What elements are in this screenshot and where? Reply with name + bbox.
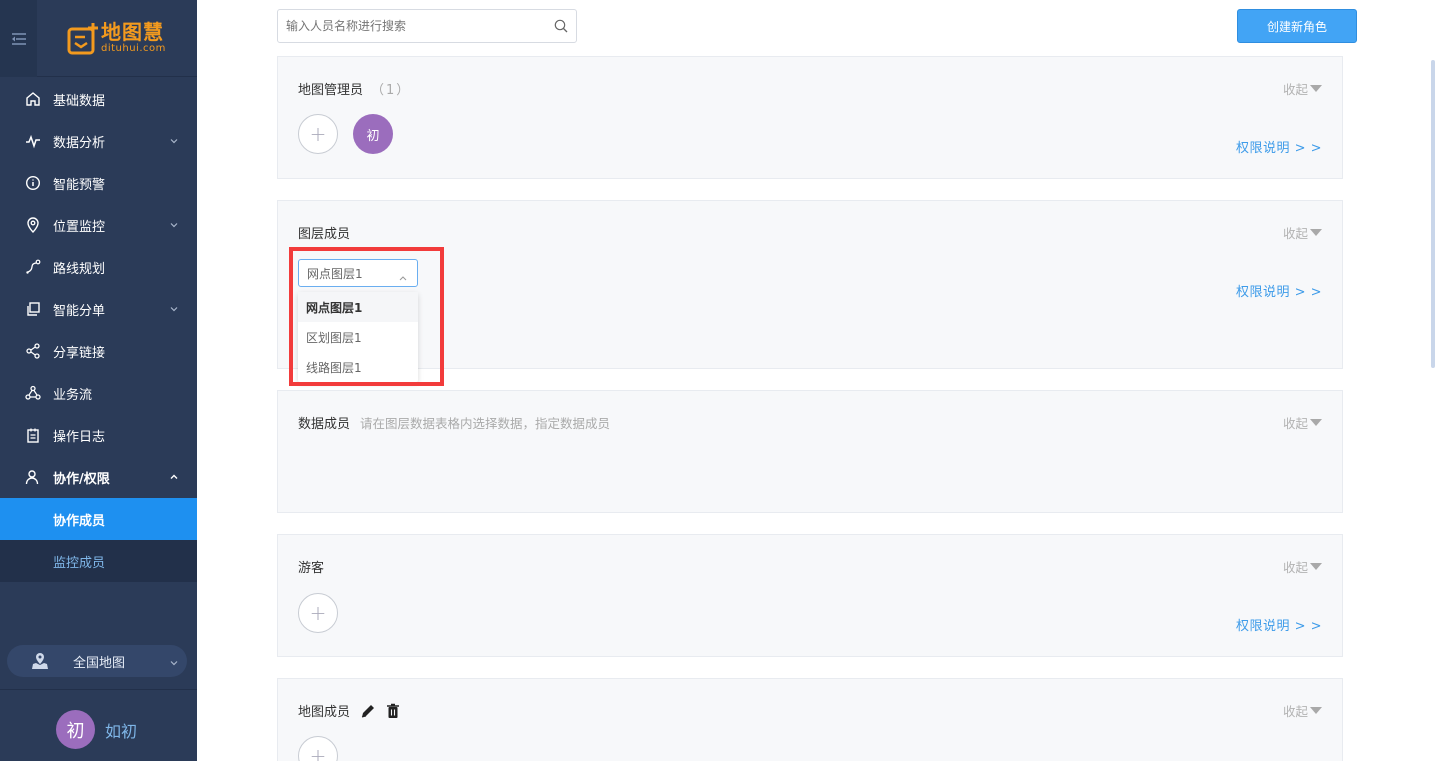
search-input[interactable] xyxy=(286,19,536,33)
chevron-down-icon xyxy=(169,135,179,145)
sidebar-item-label: 协作/权限 xyxy=(53,471,110,487)
chevron-down-icon xyxy=(169,303,179,313)
collapse-toggle[interactable]: 收起 xyxy=(1283,557,1322,576)
map-pin-icon xyxy=(31,652,49,670)
collapse-toggle[interactable]: 收起 xyxy=(1283,701,1322,720)
sidebar-item-smart-dispatch[interactable]: 智能分单 xyxy=(0,288,197,330)
sidebar-item-label: 智能分单 xyxy=(53,303,106,319)
sidebar-item-base-data[interactable]: 基础数据 xyxy=(0,78,197,120)
search-icon[interactable] xyxy=(554,19,568,37)
permission-info-link[interactable]: 权限说明 > > xyxy=(1236,137,1322,156)
search-box[interactable] xyxy=(277,9,577,43)
sidebar-item-share-link[interactable]: 分享链接 xyxy=(0,330,197,372)
card-title: 地图成员 xyxy=(298,705,351,720)
chevron-up-icon xyxy=(169,471,179,481)
route-icon xyxy=(24,258,42,276)
collapse-label: 收起 xyxy=(1282,704,1308,719)
user-profile[interactable]: 初 如初 xyxy=(56,710,137,749)
add-member-button[interactable]: + xyxy=(298,736,338,761)
permission-info-link[interactable]: 权限说明 > > xyxy=(1236,281,1322,300)
sidebar-header: 地图慧 dituhui.com xyxy=(0,0,197,77)
copy-icon xyxy=(24,300,42,318)
sidebar: 地图慧 dituhui.com 基础数据 数据分析 智能预警 位置监控 路线规划 xyxy=(0,0,197,761)
sidebar-item-operation-log[interactable]: 操作日志 xyxy=(0,414,197,456)
sidebar-item-label: 业务流 xyxy=(53,387,93,403)
scrollbar[interactable] xyxy=(1431,60,1435,368)
sidebar-item-label: 数据分析 xyxy=(53,135,106,151)
workflow-icon xyxy=(24,384,42,402)
permission-info-link[interactable]: 权限说明 > > xyxy=(1236,615,1322,634)
card-hint: 请在图层数据表格内选择数据，指定数据成员 xyxy=(360,416,611,431)
edit-pencil-icon[interactable] xyxy=(360,703,376,719)
sidebar-item-label: 位置监控 xyxy=(53,219,106,235)
sidebar-subitem-collab-members[interactable]: 协作成员 xyxy=(0,498,197,540)
user-icon xyxy=(24,468,42,486)
avatar: 初 xyxy=(56,710,95,749)
sidebar-subitem-monitor-members[interactable]: 监控成员 xyxy=(0,540,197,582)
sidebar-item-smart-alert[interactable]: 智能预警 xyxy=(0,162,197,204)
triangle-down-icon xyxy=(1310,707,1322,714)
logo-text: 地图慧 xyxy=(101,20,164,44)
sidebar-menu: 基础数据 数据分析 智能预警 位置监控 路线规划 智能分单 分享链接 业务流 操… xyxy=(0,78,197,582)
triangle-down-icon xyxy=(1310,85,1322,92)
annotation-highlight-box xyxy=(289,247,444,386)
sidebar-item-collaboration[interactable]: 协作/权限 xyxy=(0,456,197,498)
collapse-label: 收起 xyxy=(1282,82,1308,97)
sidebar-item-data-analysis[interactable]: 数据分析 xyxy=(0,120,197,162)
sidebar-item-label: 路线规划 xyxy=(53,261,106,277)
map-selector[interactable]: 全国地图 xyxy=(7,645,187,677)
card-guests: 游客 收起 + 权限说明 > > xyxy=(277,534,1343,657)
sidebar-item-workflow[interactable]: 业务流 xyxy=(0,372,197,414)
location-pin-icon xyxy=(24,216,42,234)
triangle-down-icon xyxy=(1310,229,1322,236)
collapse-label: 收起 xyxy=(1282,560,1308,575)
sidebar-item-location-monitor[interactable]: 位置监控 xyxy=(0,204,197,246)
card-map-admin: 地图管理员 （1） 收起 + 初 权限说明 > > xyxy=(277,56,1343,179)
divider xyxy=(0,689,197,690)
sidebar-item-label: 操作日志 xyxy=(53,429,106,445)
add-member-button[interactable]: + xyxy=(298,593,338,633)
triangle-down-icon xyxy=(1310,419,1322,426)
collapse-toggle[interactable]: 收起 xyxy=(1283,79,1322,98)
home-icon xyxy=(24,90,42,108)
logo-icon xyxy=(67,23,98,55)
triangle-down-icon xyxy=(1310,563,1322,570)
card-title: 数据成员 xyxy=(298,417,351,432)
card-title: 图层成员 xyxy=(298,227,351,242)
collapse-label: 收起 xyxy=(1282,226,1308,241)
trash-icon[interactable] xyxy=(386,703,400,719)
sidebar-item-route-planning[interactable]: 路线规划 xyxy=(0,246,197,288)
card-title: 地图管理员 xyxy=(298,83,364,98)
sidebar-item-label: 智能预警 xyxy=(53,177,106,193)
create-role-button[interactable]: 创建新角色 xyxy=(1237,9,1357,43)
add-member-button[interactable]: + xyxy=(298,114,338,154)
avatar[interactable]: 初 xyxy=(353,114,393,154)
card-map-members: 地图成员 收起 + xyxy=(277,678,1343,761)
share-icon xyxy=(24,342,42,360)
card-data-members: 数据成员 请在图层数据表格内选择数据，指定数据成员 收起 xyxy=(277,390,1343,513)
logo-domain: dituhui.com xyxy=(101,43,166,54)
collapse-label: 收起 xyxy=(1282,416,1308,431)
menu-toggle-icon[interactable] xyxy=(0,0,37,77)
brand-logo[interactable]: 地图慧 dituhui.com xyxy=(37,0,197,76)
collapse-toggle[interactable]: 收起 xyxy=(1283,413,1322,432)
chevron-down-icon xyxy=(169,219,179,229)
card-title: 游客 xyxy=(298,561,325,576)
pulse-icon xyxy=(24,132,42,150)
collapse-toggle[interactable]: 收起 xyxy=(1283,223,1322,242)
chevron-down-icon xyxy=(169,657,179,672)
member-count: （1） xyxy=(371,83,412,98)
info-icon xyxy=(24,174,42,192)
sidebar-item-label: 基础数据 xyxy=(53,93,106,109)
clipboard-icon xyxy=(24,426,42,444)
map-selector-label: 全国地图 xyxy=(73,655,126,671)
sidebar-item-label: 分享链接 xyxy=(53,345,106,361)
user-name: 如初 xyxy=(105,721,138,741)
